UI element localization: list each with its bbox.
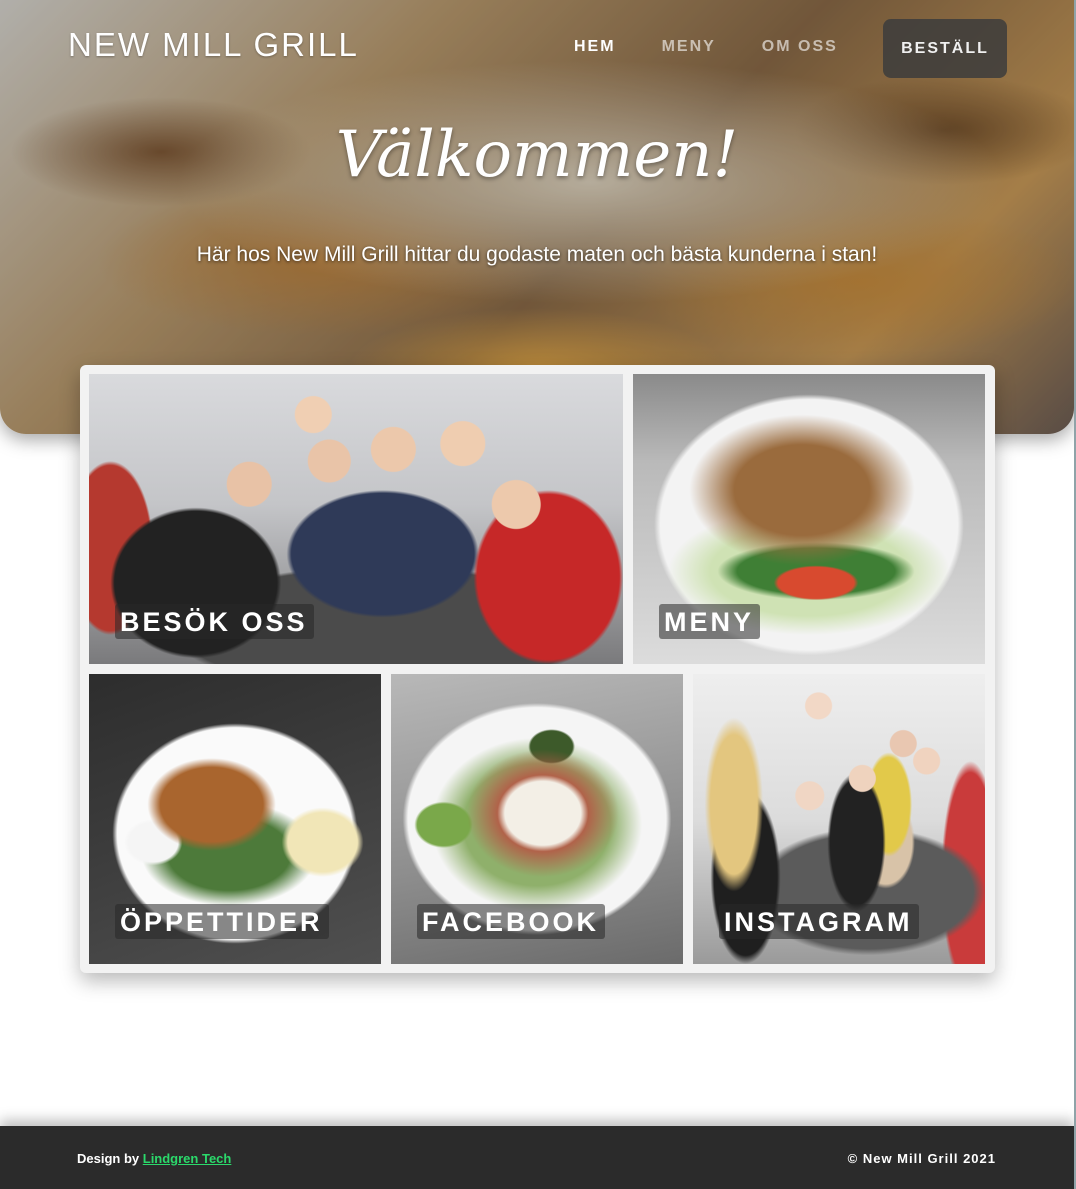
footer-design-link[interactable]: Lindgren Tech	[143, 1151, 232, 1166]
hero-tagline: Här hos New Mill Grill hittar du godaste…	[196, 243, 878, 266]
tile-label-facebook: FACEBOOK	[417, 904, 606, 939]
nav-item-meny[interactable]: MENY	[662, 38, 716, 56]
footer-design-prefix: Design by	[77, 1151, 140, 1166]
tile-menu[interactable]: MENY	[633, 374, 985, 664]
tile-facebook[interactable]: FACEBOOK	[391, 674, 683, 964]
order-button[interactable]: BESTÄLL	[883, 19, 1007, 78]
brand-logo[interactable]: NEW MILL GRILL	[68, 26, 359, 64]
tile-label-visit-us: BESÖK OSS	[115, 604, 314, 639]
tile-instagram[interactable]: INSTAGRAM	[693, 674, 985, 964]
nav-item-hem[interactable]: HEM	[574, 38, 616, 56]
tile-label-menu: MENY	[659, 604, 761, 639]
main-nav: HEM MENY OM OSS	[574, 38, 884, 56]
footer-copyright: © New Mill Grill 2021	[847, 1151, 996, 1166]
tile-visit-us[interactable]: BESÖK OSS	[89, 374, 623, 664]
footer: Design by Lindgren Tech © New Mill Grill…	[0, 1126, 1074, 1189]
tile-label-instagram: INSTAGRAM	[719, 904, 919, 939]
nav-item-om-oss[interactable]: OM OSS	[762, 38, 838, 56]
page: NEW MILL GRILL HEM MENY OM OSS BESTÄLL V…	[0, 0, 1076, 1189]
footer-credit: Design by Lindgren Tech	[77, 1151, 231, 1166]
tile-label-opening-hours: ÖPPETTIDER	[115, 904, 329, 939]
tile-opening-hours[interactable]: ÖPPETTIDER	[89, 674, 381, 964]
gallery-grid: BESÖK OSS MENY ÖPPETTIDER FACEBOOK INSTA…	[80, 365, 995, 973]
hero-title: Välkommen!	[335, 118, 739, 192]
